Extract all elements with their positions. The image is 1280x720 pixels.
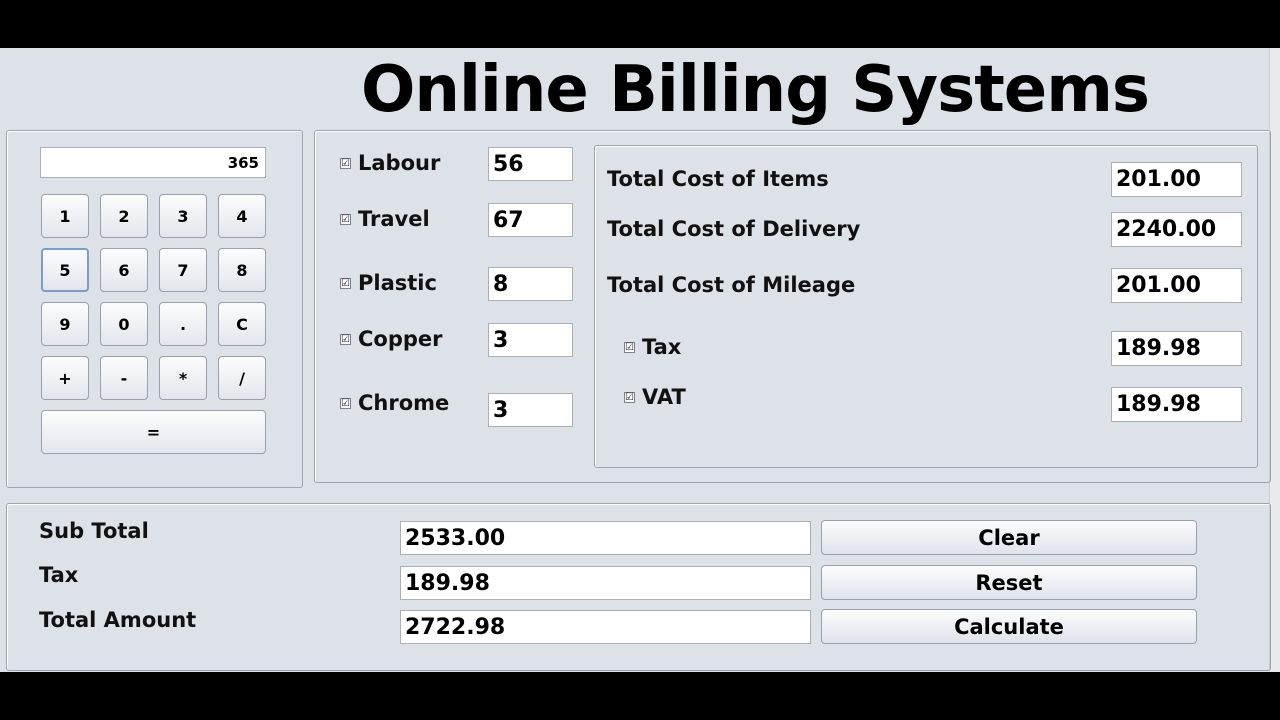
calculate-button[interactable]: Calculate [821,609,1197,644]
total-cost-mileage-field[interactable]: 201.00 [1111,268,1242,303]
total-cost-delivery-field[interactable]: 2240.00 [1111,212,1242,247]
key-9[interactable]: 9 [41,302,89,346]
total-cost-mileage-label: Total Cost of Mileage [607,273,856,297]
key-3[interactable]: 3 [159,194,207,238]
billing-window: Online Billing Systems 365 1 2 3 4 5 6 7… [0,48,1280,672]
key-plus[interactable]: + [41,356,89,400]
key-equals[interactable]: = [41,410,266,454]
tax-charge-label: Tax [642,335,682,359]
key-minus[interactable]: - [100,356,148,400]
copper-label: Copper [358,327,443,351]
tax-checkbox[interactable]: ☑ [624,342,635,353]
key-2[interactable]: 2 [100,194,148,238]
travel-checkbox[interactable]: ☑ [340,214,351,225]
plastic-input[interactable]: 8 [488,267,573,301]
key-1[interactable]: 1 [41,194,89,238]
key-multiply[interactable]: * [159,356,207,400]
page-title: Online Billing Systems [361,53,1150,127]
chrome-input[interactable]: 3 [488,393,573,427]
key-5[interactable]: 5 [41,248,89,292]
reset-button[interactable]: Reset [821,565,1197,600]
plastic-label: Plastic [358,271,437,295]
key-6[interactable]: 6 [100,248,148,292]
total-amount-label: Total Amount [39,608,197,632]
labour-checkbox[interactable]: ☑ [340,158,351,169]
calculator-display[interactable]: 365 [40,147,266,178]
labour-label: Labour [358,151,441,175]
copper-checkbox[interactable]: ☑ [340,334,351,345]
key-0[interactable]: 0 [100,302,148,346]
key-4[interactable]: 4 [218,194,266,238]
key-clear[interactable]: C [218,302,266,346]
key-8[interactable]: 8 [218,248,266,292]
vat-checkbox[interactable]: ☑ [624,392,635,403]
travel-label: Travel [358,207,430,231]
chrome-checkbox[interactable]: ☑ [340,398,351,409]
vat-charge-field[interactable]: 189.98 [1111,387,1242,422]
sub-total-field[interactable]: 2533.00 [400,521,811,555]
plastic-checkbox[interactable]: ☑ [340,278,351,289]
key-7[interactable]: 7 [159,248,207,292]
key-divide[interactable]: / [218,356,266,400]
sub-total-label: Sub Total [39,519,149,543]
labour-input[interactable]: 56 [488,147,573,181]
key-decimal[interactable]: . [159,302,207,346]
total-cost-items-label: Total Cost of Items [607,167,829,191]
chrome-label: Chrome [358,391,450,415]
tax-total-field[interactable]: 189.98 [400,566,811,600]
tax-total-label: Tax [39,563,79,587]
travel-input[interactable]: 67 [488,203,573,237]
vat-charge-label: VAT [642,385,686,409]
copper-input[interactable]: 3 [488,323,573,357]
total-cost-items-field[interactable]: 201.00 [1111,162,1242,197]
total-cost-delivery-label: Total Cost of Delivery [607,217,861,241]
tax-charge-field[interactable]: 189.98 [1111,331,1242,366]
clear-button[interactable]: Clear [821,520,1197,555]
total-amount-field[interactable]: 2722.98 [400,610,811,644]
